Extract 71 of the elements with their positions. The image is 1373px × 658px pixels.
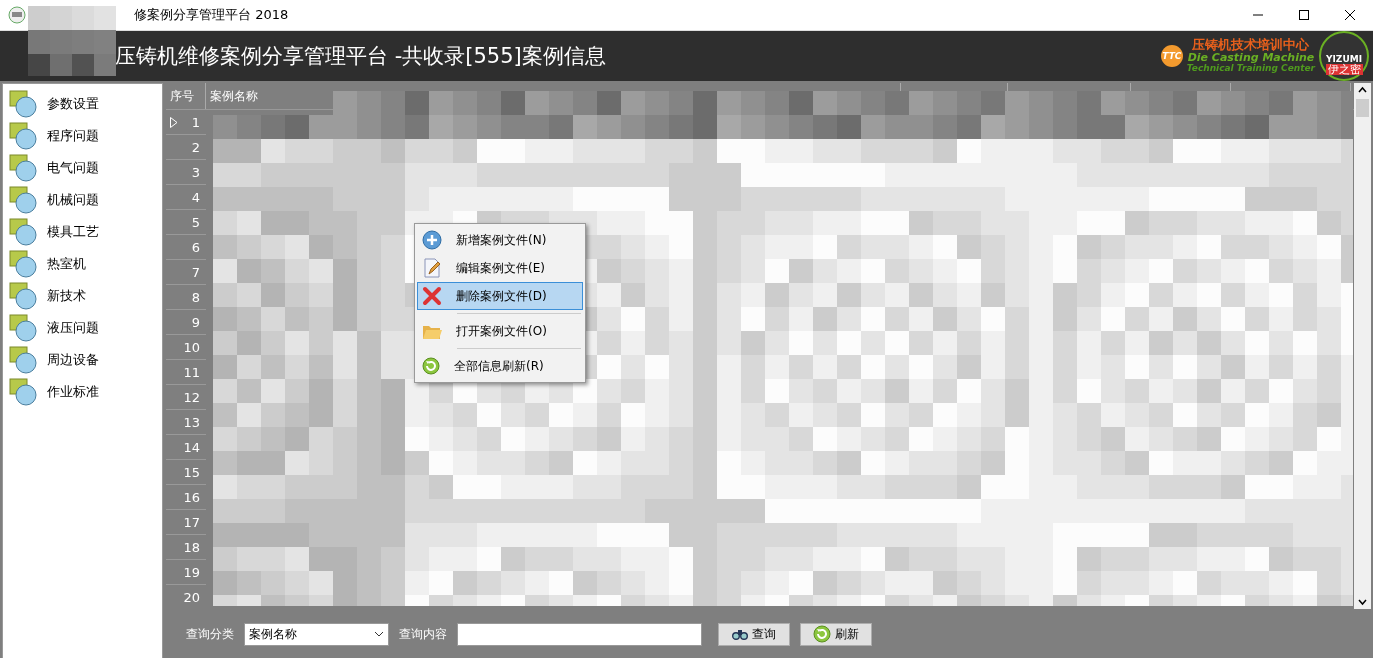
folder-globe-icon (9, 154, 39, 182)
column-header[interactable]: 案例名称 (210, 87, 258, 105)
folder-globe-icon (9, 250, 39, 278)
row-number: 19 (183, 564, 200, 580)
menu-item[interactable]: 全部信息刷新(R) (417, 352, 583, 380)
refresh-icon (813, 625, 831, 643)
row-number: 14 (183, 439, 200, 455)
content-label: 查询内容 (399, 625, 447, 643)
folder-globe-icon (9, 282, 39, 310)
sidebar-item[interactable]: 程序问题 (3, 120, 162, 152)
category-label: 查询分类 (186, 625, 234, 643)
caret-icon (374, 631, 384, 637)
row-number: 10 (183, 339, 200, 355)
add-icon (422, 230, 442, 250)
row-number: 2 (191, 139, 200, 155)
menu-item[interactable]: 新增案例文件(N) (417, 226, 583, 254)
row-number: 8 (191, 289, 200, 305)
row-number: 7 (191, 264, 200, 280)
row-number: 3 (191, 164, 200, 180)
column-header[interactable]: 序号 (170, 87, 194, 105)
app-icon (8, 6, 26, 24)
row-number: 11 (183, 364, 200, 380)
sidebar-item[interactable]: 机械问题 (3, 184, 162, 216)
folder-globe-icon (9, 122, 39, 150)
row-number: 15 (183, 464, 200, 480)
category-dropdown[interactable]: 案例名称 (244, 622, 389, 646)
close-icon (1345, 10, 1355, 20)
folder-globe-icon (9, 314, 39, 342)
window-title: 修案例分享管理平台 2018 (134, 6, 289, 24)
sidebar-item[interactable]: 电气问题 (3, 152, 162, 184)
row-number: 1 (191, 114, 200, 130)
logo-badge: TTC (1160, 45, 1183, 67)
sidebar-item[interactable]: 热室机 (3, 248, 162, 280)
row-number: 13 (183, 414, 200, 430)
sidebar-item[interactable]: 新技术 (3, 280, 162, 312)
maximize-icon (1299, 10, 1309, 20)
folder-globe-icon (9, 90, 39, 118)
header-title: 压铸机维修案例分享管理平台 -共收录[555]案例信息 (115, 43, 606, 70)
row-number: 16 (183, 489, 200, 505)
search-button[interactable]: 查询 (718, 622, 790, 646)
menu-item[interactable]: 编辑案例文件(E) (417, 254, 583, 282)
binoculars-icon (732, 628, 748, 640)
logo-name: 压铸机技术培训中心 (1192, 37, 1310, 53)
row-number: 5 (191, 214, 200, 230)
refresh-icon (422, 357, 440, 375)
logo-subtitle: Die Casting Machine (1187, 52, 1315, 65)
edit-icon (422, 258, 442, 278)
sidebar-item[interactable]: 参数设置 (3, 88, 162, 120)
menu-item[interactable]: 打开案例文件(O) (417, 317, 583, 345)
brand-seal: YIZUMI 伊之密 (1319, 31, 1369, 81)
row-number: 18 (183, 539, 200, 555)
logo-subtitle: Technical Training Center (1186, 64, 1315, 75)
folder-globe-icon (9, 378, 39, 406)
refresh-button[interactable]: 刷新 (800, 622, 872, 646)
row-number: 20 (183, 589, 200, 605)
row-number: 6 (191, 239, 200, 255)
sidebar-item[interactable]: 作业标准 (3, 376, 162, 408)
folder-globe-icon (9, 186, 39, 214)
sidebar-item[interactable]: 周边设备 (3, 344, 162, 376)
row-number: 9 (191, 314, 200, 330)
query-input[interactable] (457, 622, 702, 646)
delete-icon (422, 286, 442, 306)
scrollbar-thumb[interactable] (1356, 99, 1369, 117)
menu-item[interactable]: 删除案例文件(D) (417, 282, 583, 310)
row-number: 12 (183, 389, 200, 405)
folder-globe-icon (9, 218, 39, 246)
folder-globe-icon (9, 346, 39, 374)
row-number: 17 (183, 514, 200, 530)
sidebar-item[interactable]: 模具工艺 (3, 216, 162, 248)
sidebar-item[interactable]: 液压问题 (3, 312, 162, 344)
row-number: 4 (191, 189, 200, 205)
